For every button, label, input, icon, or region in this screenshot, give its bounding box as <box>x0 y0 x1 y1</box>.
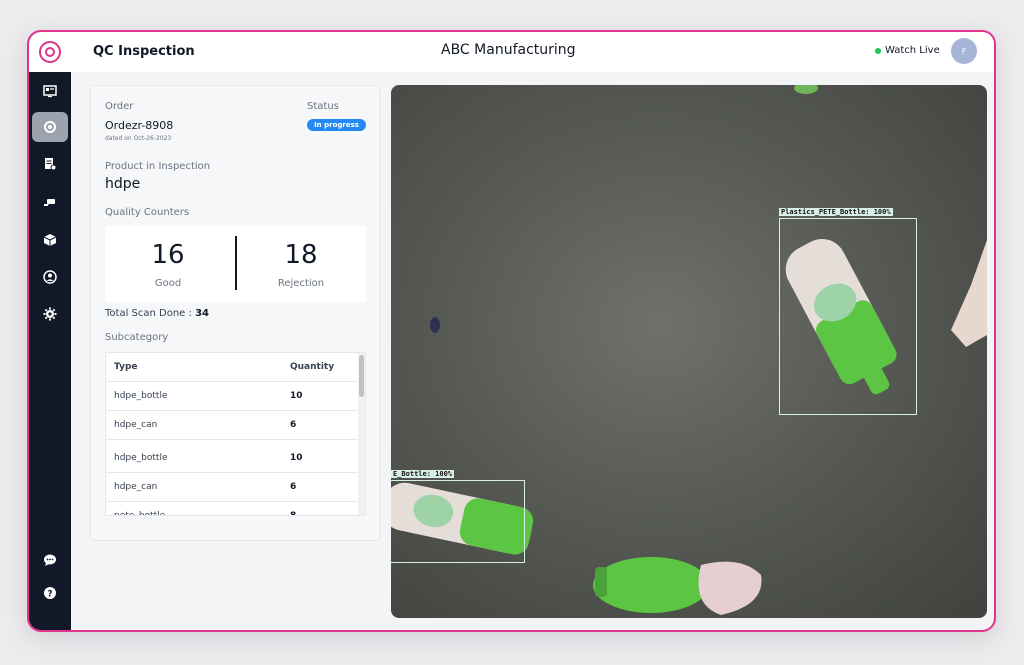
table-row: hdpe_can 6 <box>106 473 358 502</box>
company-name: ABC Manufacturing <box>441 42 576 58</box>
help-icon: ? <box>44 587 56 600</box>
report-icon <box>45 158 57 171</box>
bottle-bottom <box>593 557 762 615</box>
detection-label-2: E_Bottle: 100% <box>391 470 455 478</box>
status-badge: In progress <box>307 119 366 131</box>
table-row: hdpe_bottle 10 <box>106 444 358 473</box>
crushed-bottle <box>951 240 987 347</box>
avatar[interactable]: F <box>951 38 977 64</box>
row-quantity: 10 <box>290 391 303 401</box>
user-icon <box>43 270 57 284</box>
status-label: Status <box>307 101 339 112</box>
counter-divider <box>235 236 237 290</box>
sidebar-item-profile[interactable] <box>32 262 68 292</box>
detection-box-1 <box>779 218 917 415</box>
table-row: pete_bottle 8 <box>106 502 358 516</box>
package-icon <box>43 234 57 246</box>
total-scan-label: Total Scan Done : <box>105 308 196 319</box>
total-scan-value: 34 <box>195 308 209 319</box>
product-label: Product in Inspection <box>105 161 211 172</box>
table-scrollbar[interactable] <box>358 353 365 515</box>
detection-box-2 <box>391 480 525 563</box>
rejection-label: Rejection <box>277 278 325 289</box>
subcategory-label: Subcategory <box>105 332 169 343</box>
row-type: hdpe_can <box>114 482 158 492</box>
scrollbar-thumb[interactable] <box>359 355 364 397</box>
floor-spot <box>430 317 440 333</box>
live-indicator-icon <box>875 47 881 54</box>
row-type: hdpe_can <box>114 420 158 430</box>
sidebar-item-settings[interactable] <box>32 299 68 329</box>
page-title: QC Inspection <box>93 44 195 59</box>
app-window: ? QC Inspection ABC Manufacturing Watch … <box>27 30 996 632</box>
watch-live-label: Watch Live <box>885 45 940 56</box>
table-header: Type Quantity <box>106 353 358 382</box>
chat-icon <box>44 554 56 566</box>
camera-icon <box>44 199 55 206</box>
logo[interactable] <box>29 32 71 72</box>
row-type: pete_bottle <box>114 511 166 516</box>
table-row: hdpe_bottle 10 <box>106 382 358 411</box>
total-scan: Total Scan Done : 34 <box>105 308 209 319</box>
sidebar: ? <box>29 32 71 630</box>
row-quantity: 6 <box>290 482 297 492</box>
row-quantity: 6 <box>290 420 297 430</box>
top-header: QC Inspection ABC Manufacturing Watch Li… <box>71 32 994 72</box>
inspection-icon <box>44 121 56 133</box>
rejection-count: 18 <box>284 240 318 270</box>
inspection-panel: Order Ordezr-8908 dated on Oct-26-2023 S… <box>90 85 380 541</box>
sidebar-item-chat[interactable] <box>32 545 68 575</box>
order-id: Ordezr-8908 <box>105 119 174 132</box>
gear-icon <box>43 307 57 321</box>
sidebar-item-inspection[interactable] <box>32 112 68 142</box>
dashboard-icon <box>43 85 57 98</box>
camera-feed: Plastics_PETE_Bottle: 100% E_Bottle: 100… <box>391 85 987 618</box>
quality-counters-label: Quality Counters <box>105 207 190 218</box>
sidebar-item-help[interactable]: ? <box>32 578 68 608</box>
row-quantity: 8 <box>290 511 297 516</box>
row-quantity: 10 <box>290 453 303 463</box>
svg-text:?: ? <box>47 590 52 600</box>
sidebar-item-dashboard[interactable] <box>32 76 68 106</box>
column-header-quantity: Quantity <box>290 362 335 372</box>
quality-counters: 16 Good 18 Rejection <box>105 226 366 302</box>
sidebar-item-camera[interactable] <box>32 187 68 217</box>
watch-live-button[interactable]: Watch Live <box>875 45 940 56</box>
good-count: 16 <box>151 240 185 270</box>
subcategory-table[interactable]: Type Quantity hdpe_bottle 10 hdpe_can 6 … <box>105 352 366 516</box>
product-name: hdpe <box>105 176 141 192</box>
order-date: dated on Oct-26-2023 <box>105 135 172 142</box>
good-label: Good <box>154 278 182 289</box>
sidebar-item-packages[interactable] <box>32 225 68 255</box>
detection-label-1: Plastics_PETE_Bottle: 100% <box>779 208 893 216</box>
table-row: hdpe_can 6 <box>106 411 358 440</box>
bottle-fragment <box>794 85 818 94</box>
logo-icon <box>39 41 61 63</box>
row-type: hdpe_bottle <box>114 453 168 463</box>
order-label: Order <box>105 101 134 112</box>
sidebar-item-reports[interactable] <box>32 149 68 179</box>
row-type: hdpe_bottle <box>114 391 168 401</box>
column-header-type: Type <box>114 362 138 372</box>
